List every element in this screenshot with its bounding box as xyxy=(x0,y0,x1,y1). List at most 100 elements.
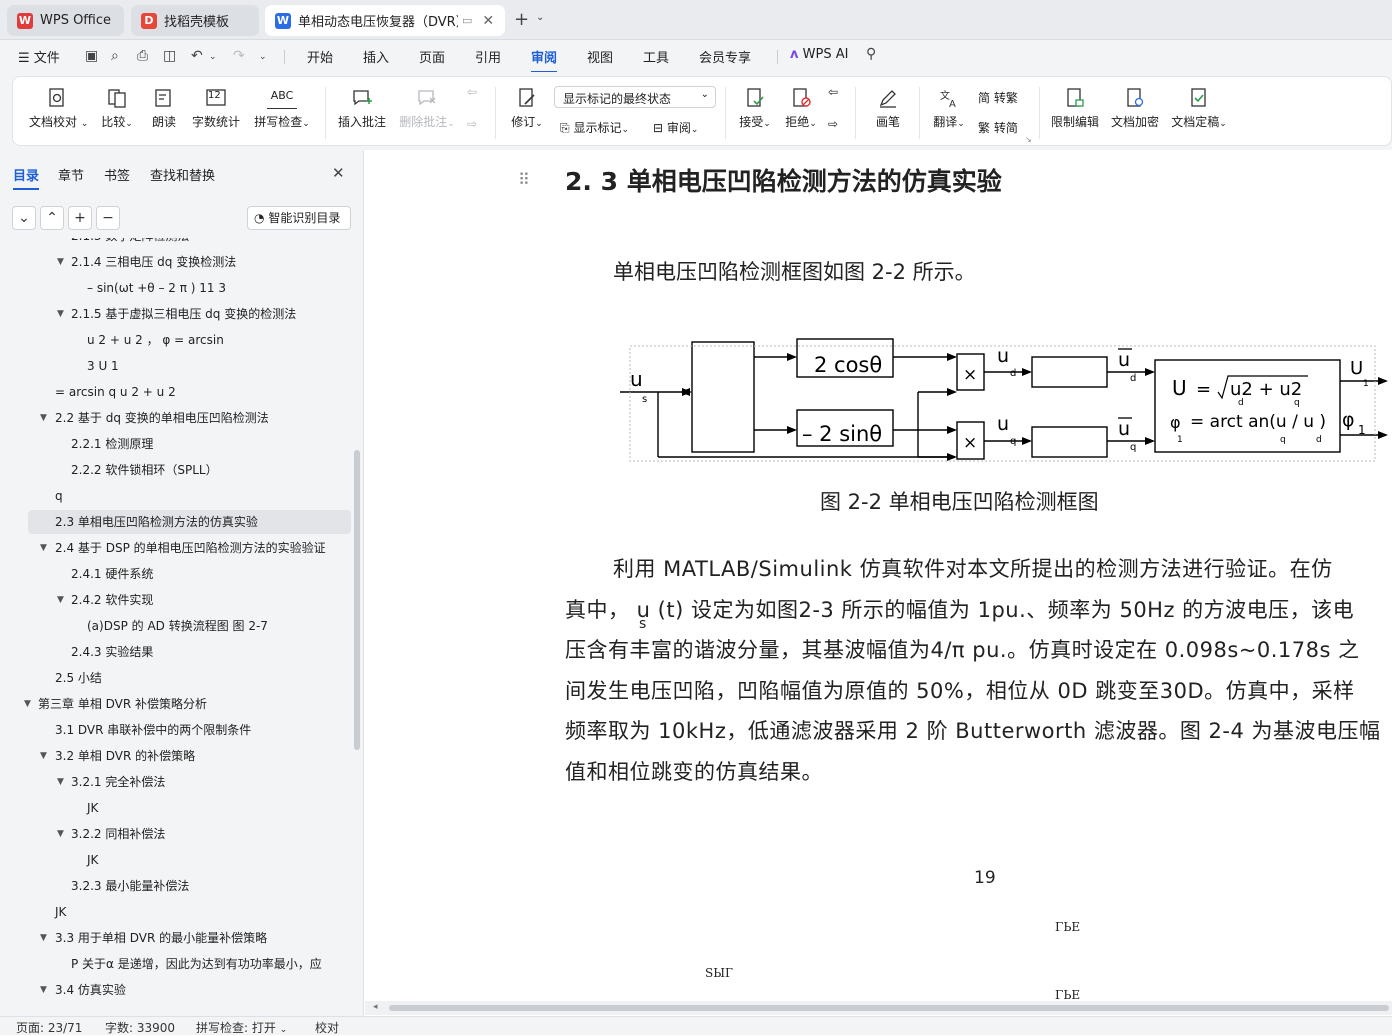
reject-button[interactable]: 拒绝⌄ xyxy=(783,87,819,130)
toc-item[interactable]: ▼ 2.4 基于 DSP 的单相电压凹陷检测方法的实验验证 xyxy=(0,536,356,560)
expand-arrow-icon[interactable]: ▼ xyxy=(57,250,64,274)
toc-item[interactable]: JK xyxy=(0,796,356,820)
toc-item[interactable]: u 2 + u 2 ， φ = arcsin xyxy=(0,328,356,352)
expand-arrow-icon[interactable]: ▼ xyxy=(57,822,64,846)
expand-arrow-icon[interactable]: ▼ xyxy=(57,302,64,326)
toc-item[interactable]: q xyxy=(0,484,356,508)
show-markup-button[interactable]: ⎘ 显示标记⌄ xyxy=(560,119,629,136)
markup-state-select[interactable]: 显示标记的最终状态 ⌄ xyxy=(554,86,716,108)
sidebar-tab-toc[interactable]: 目录 xyxy=(13,165,40,190)
menu-start[interactable]: 开始 xyxy=(307,47,333,66)
pen-button[interactable]: 画笔 xyxy=(873,87,903,130)
more-dropdown-icon[interactable]: ⌄ xyxy=(259,52,267,62)
toc-item[interactable]: 2.2.1 检测原理 xyxy=(0,432,356,456)
chevron-down-icon[interactable]: ⌄ xyxy=(536,12,544,23)
sidebar-tab-chapter[interactable]: 章节 xyxy=(58,165,84,184)
toc-item[interactable]: ▼ 3.2.1 完全补偿法 xyxy=(0,770,356,794)
spell-check-status[interactable]: 拼写检查: 打开 ⌄ xyxy=(196,1019,287,1036)
compare-button[interactable]: 比较⌄ xyxy=(99,87,135,130)
to-simplified-button[interactable]: 繁 转简 xyxy=(978,119,1018,136)
to-traditional-button[interactable]: 简 转繁 xyxy=(978,89,1018,106)
translate-button[interactable]: 文A 翻译⌄ xyxy=(931,87,967,130)
proofread-status[interactable]: 校对 xyxy=(315,1019,339,1036)
toc-item[interactable]: ▼ 2.4.2 软件实现 xyxy=(0,588,356,612)
sidebar-tab-bookmark[interactable]: 书签 xyxy=(104,165,130,184)
expand-arrow-icon[interactable]: ▼ xyxy=(40,744,47,768)
toc-item[interactable]: 2.4.1 硬件系统 xyxy=(0,562,356,586)
toc-scrollbar[interactable] xyxy=(354,450,360,750)
expand-arrow-icon[interactable]: ▼ xyxy=(40,536,47,560)
ribbon-expand-icon[interactable]: ↘ xyxy=(1025,135,1032,144)
save-icon[interactable]: ▣ xyxy=(85,48,98,64)
menu-insert[interactable]: 插入 xyxy=(363,47,389,66)
menu-page[interactable]: 页面 xyxy=(419,47,445,66)
search-icon[interactable]: ⚲ xyxy=(866,46,876,62)
sidebar-tab-find-replace[interactable]: 查找和替换 xyxy=(150,165,215,184)
doc-check-button[interactable]: 文档校对 ⌄ xyxy=(29,87,88,130)
next-change-icon[interactable]: ⇨ xyxy=(828,117,838,131)
add-heading-button[interactable]: + xyxy=(68,206,92,230)
toc-item[interactable]: 2.2.2 软件锁相环（SPLL） xyxy=(0,458,356,482)
spell-check-button[interactable]: ABC 拼写检查⌄ xyxy=(251,87,313,130)
close-tab-icon[interactable]: ✕ xyxy=(482,13,494,29)
redo-icon[interactable]: ↷ xyxy=(233,48,245,64)
finalize-button[interactable]: 文档定稿⌄ xyxy=(1169,87,1229,130)
toc-item[interactable]: P 关于α 是递增，因此为达到有功功率最小，应 xyxy=(0,952,356,976)
delete-comment-button[interactable]: 删除批注⌄ xyxy=(397,87,457,130)
horizontal-scrollbar[interactable]: ◂ xyxy=(365,1001,1392,1015)
toc-item[interactable]: 2.1.3 数字矩阵检测法 xyxy=(0,238,356,248)
toc-item[interactable]: 3 U 1 xyxy=(0,354,356,378)
toc-item[interactable]: ▼ 3.2.2 同相补偿法 xyxy=(0,822,356,846)
print-icon[interactable]: ⎙ xyxy=(137,48,148,64)
toc-item[interactable]: ▼ 3.2 单相 DVR 的补偿策略 xyxy=(0,744,356,768)
accept-button[interactable]: 接受⌄ xyxy=(737,87,773,130)
expand-arrow-icon[interactable]: ▼ xyxy=(57,588,64,612)
toc-item[interactable]: 2.4.3 实验结果 xyxy=(0,640,356,664)
new-tab-plus-icon[interactable]: + xyxy=(514,9,529,30)
page-indicator[interactable]: 页面: 23/71 xyxy=(16,1019,82,1036)
review-pane-button[interactable]: ⊟ 审阅⌄ xyxy=(653,119,698,136)
file-menu[interactable]: ☰ 文件 xyxy=(18,47,60,66)
scrollbar-thumb[interactable] xyxy=(389,1005,1389,1011)
tab-docer-templates[interactable]: D 找稻壳模板 xyxy=(131,5,259,36)
undo-dropdown-icon[interactable]: ⌄ xyxy=(209,52,217,62)
restrict-edit-button[interactable]: 限制编辑 xyxy=(1049,87,1101,130)
menu-member[interactable]: 会员专享 xyxy=(699,47,751,66)
toc-item[interactable]: ▼ 2.1.5 基于虚拟三相电压 dq 变换的检测法 xyxy=(0,302,356,326)
toc-item[interactable]: – sin(ωt +θ – 2 π ) 11 3 xyxy=(0,276,356,300)
toc-item[interactable]: (a)DSP 的 AD 转换流程图 图 2-7 xyxy=(0,614,356,638)
toc-item[interactable]: ▼ 3.4 仿真实验 xyxy=(0,978,356,1002)
insert-comment-button[interactable]: 插入批注 xyxy=(337,87,387,130)
expand-arrow-icon[interactable]: ▼ xyxy=(57,770,64,794)
toc-item[interactable]: 2.5 小结 xyxy=(0,666,356,690)
menu-tools[interactable]: 工具 xyxy=(643,47,669,66)
revise-button[interactable]: 修订⌄ xyxy=(507,87,547,130)
tab-document[interactable]: W 单相动态电压恢复器（DVR） ▭ ✕ xyxy=(265,5,505,36)
expand-level-button[interactable]: ⌃ xyxy=(40,206,64,230)
expand-arrow-icon[interactable]: ▼ xyxy=(40,978,47,1002)
toc-item[interactable]: 3.2.3 最小能量补偿法 xyxy=(0,874,356,898)
toc-item[interactable]: JK xyxy=(0,900,356,924)
expand-arrow-icon[interactable]: ▼ xyxy=(40,406,47,430)
expand-arrow-icon[interactable]: ▼ xyxy=(40,926,47,950)
undo-icon[interactable]: ↶ xyxy=(191,48,203,64)
expand-arrow-icon[interactable]: ▼ xyxy=(24,692,31,716)
drag-handle-icon[interactable]: ⠿ xyxy=(518,170,530,189)
collapse-level-button[interactable]: ⌄ xyxy=(12,206,36,230)
word-count-status[interactable]: 字数: 33900 xyxy=(105,1019,175,1036)
read-aloud-button[interactable]: 朗读 xyxy=(150,87,178,130)
remove-heading-button[interactable]: − xyxy=(96,206,120,230)
toc-item[interactable]: ▼ 2.1.4 三相电压 dq 变换检测法 xyxy=(0,250,356,274)
toc-item[interactable]: = arcsin q u 2 + u 2 xyxy=(0,380,356,404)
prev-comment-icon[interactable]: ⇦ xyxy=(467,85,477,99)
menu-view[interactable]: 视图 xyxy=(587,47,613,66)
menu-review[interactable]: 审阅 xyxy=(531,47,558,73)
tab-wps-office[interactable]: W WPS Office xyxy=(7,5,124,36)
next-comment-icon[interactable]: ⇨ xyxy=(467,117,477,131)
toc-item[interactable]: 2.3 单相电压凹陷检测方法的仿真实验 xyxy=(28,510,351,534)
encrypt-button[interactable]: 文档加密 xyxy=(1109,87,1161,130)
menu-reference[interactable]: 引用 xyxy=(475,47,501,66)
word-count-button[interactable]: 12 字数统计 xyxy=(191,87,241,130)
toc-item[interactable]: ▼ 第三章 单相 DVR 补偿策略分析 xyxy=(0,692,356,716)
scroll-left-icon[interactable]: ◂ xyxy=(373,1002,378,1012)
